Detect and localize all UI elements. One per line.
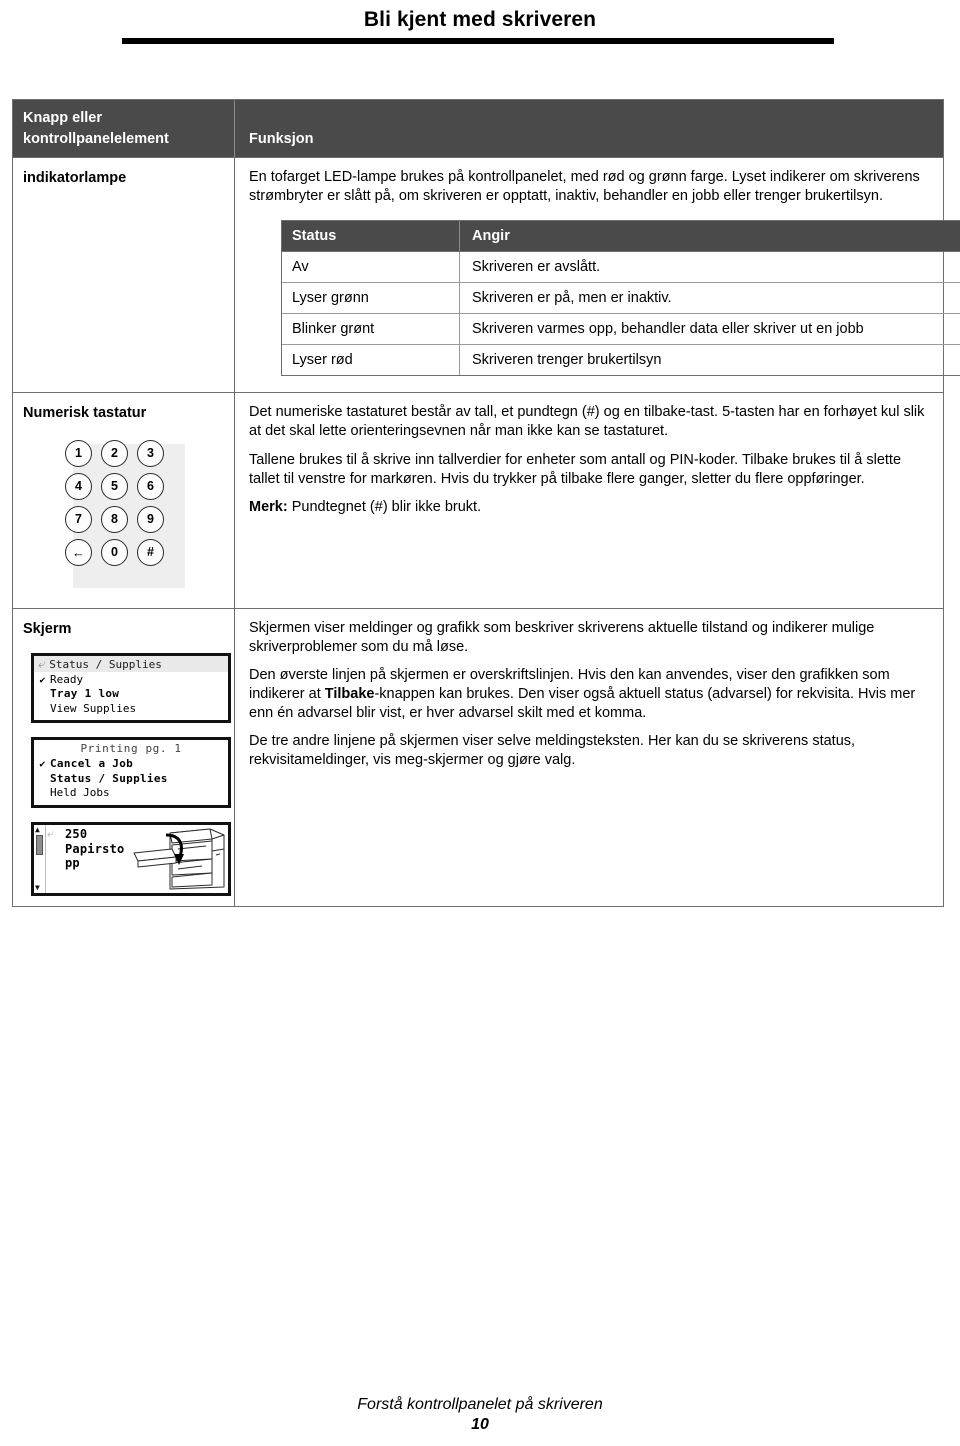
keypad-key-4: 4 bbox=[65, 472, 92, 500]
status-meaning: Skriveren trenger brukertilsyn bbox=[472, 352, 662, 369]
status-value: Lyser rød bbox=[282, 345, 460, 376]
keypad-key-grid: 1 2 3 4 5 6 7 8 9 ← 0 # bbox=[65, 439, 193, 566]
row-label-cell: Skjerm ⤷ Status / Supplies ✔ Ready Tray … bbox=[13, 608, 235, 906]
lcd-header-text: Printing pg. 1 bbox=[80, 742, 182, 756]
row-label-cell: indikatorlampe bbox=[13, 158, 235, 393]
check-icon: ✔ bbox=[39, 759, 46, 771]
keypad-key-1: 1 bbox=[65, 439, 92, 467]
printer-open-door-illustration bbox=[133, 828, 225, 890]
footer-section-title: Forstå kontrollpanelet på skriveren bbox=[357, 1396, 603, 1413]
keypad-key-6: 6 bbox=[137, 472, 164, 500]
table-row-indicator-lamp: indikatorlampe En tofarget LED-lampe bru… bbox=[13, 158, 960, 394]
back-arrow-icon: ⤷ bbox=[38, 656, 46, 672]
keypad-note: Merk: Pundtegnet (#) blir ikke brukt. bbox=[249, 498, 929, 517]
keypad-description-2: Tallene brukes til å skrive inn tallverd… bbox=[249, 451, 902, 487]
check-icon: ✔ bbox=[39, 674, 46, 686]
table-row-display: Skjerm ⤷ Status / Supplies ✔ Ready Tray … bbox=[13, 608, 943, 906]
keypad-key-3: 3 bbox=[137, 439, 164, 467]
status-table-row: Lyser rød Skriveren trenger brukertilsyn bbox=[282, 345, 960, 376]
page-number: 10 bbox=[471, 1416, 489, 1433]
table-row-numeric-keypad: Numerisk tastatur 1 2 3 4 5 6 7 8 9 ← 0 … bbox=[13, 393, 943, 609]
keypad-key-8: 8 bbox=[101, 505, 128, 533]
control-panel-table: Knapp eller kontrollpanelelement Funksjo… bbox=[12, 99, 960, 907]
lcd-menu-item: Held Jobs bbox=[38, 786, 224, 801]
lcd-menu-list: ✔ Ready Tray 1 low View Supplies bbox=[34, 672, 228, 721]
table-header-col2: Funksjon bbox=[249, 131, 314, 148]
lcd-header-bar: Printing pg. 1 bbox=[34, 740, 228, 757]
row-label-display: Skjerm bbox=[23, 620, 72, 637]
row-label-cell: Numerisk tastatur 1 2 3 4 5 6 7 8 9 ← 0 … bbox=[13, 393, 235, 608]
keypad-key-0: 0 bbox=[101, 538, 128, 566]
keypad-key-pound: # bbox=[137, 538, 164, 566]
status-meaning-table: Status Angir Av Skriveren er avslått. Ly… bbox=[281, 220, 960, 377]
status-table-row: Av Skriveren er avslått. bbox=[282, 252, 960, 284]
keypad-key-2: 2 bbox=[101, 439, 128, 467]
lcd-menu-item: View Supplies bbox=[38, 702, 224, 717]
page-title: Bli kjent med skriveren bbox=[363, 8, 597, 31]
status-meaning: Skriveren er på, men er inaktiv. bbox=[472, 290, 672, 307]
status-table-header-meaning: Angir bbox=[472, 228, 510, 245]
status-meaning: Skriveren varmes opp, behandler data ell… bbox=[472, 321, 864, 338]
status-value: Lyser grønn bbox=[282, 283, 460, 314]
row-content-indicator-lamp: En tofarget LED-lampe brukes på kontroll… bbox=[235, 158, 960, 392]
row-label-indicator-lamp: indikatorlampe bbox=[23, 170, 127, 187]
lcd-menu-list: ✔ Cancel a Job Status / Supplies Held Jo… bbox=[34, 756, 228, 805]
lcd-menu-item-label: Ready bbox=[50, 672, 84, 686]
status-table-row: Blinker grønt Skriveren varmes opp, beha… bbox=[282, 314, 960, 346]
lcd-menu-item: ✔ Ready bbox=[38, 673, 224, 688]
lcd-menu-item: ✔ Cancel a Job bbox=[38, 757, 224, 772]
lcd-menu-item: Tray 1 low bbox=[38, 687, 224, 702]
keypad-key-9: 9 bbox=[137, 505, 164, 533]
keypad-note-label: Merk: bbox=[249, 498, 288, 515]
keypad-note-text: Pundtegnet (#) blir ikke brukt. bbox=[287, 498, 482, 515]
scrollbar-thumb bbox=[35, 834, 43, 855]
keypad-description-1: Det numeriske tastaturet består av tall,… bbox=[249, 404, 925, 440]
lcd-menu-item: Status / Supplies bbox=[38, 772, 224, 787]
row-content-display: Skjermen viser meldinger og grafikk som … bbox=[235, 609, 943, 906]
display-desc-bold-back: Tilbake bbox=[324, 685, 375, 702]
status-value: Blinker grønt bbox=[282, 314, 460, 345]
lcd-menu-item-label: Cancel a Job bbox=[50, 757, 134, 771]
status-table-header-row: Status Angir bbox=[282, 221, 960, 253]
keypad-key-5: 5 bbox=[101, 472, 128, 500]
lcd-panel-printing: Printing pg. 1 ✔ Cancel a Job Status / S… bbox=[31, 737, 231, 808]
table-header-col1: Knapp eller kontrollpanelelement bbox=[13, 100, 235, 158]
lcd-menu-item-label: Tray 1 low bbox=[50, 687, 120, 701]
lcd-menu-item-label: View Supplies bbox=[50, 701, 137, 715]
status-table-row: Lyser grønn Skriveren er på, men er inak… bbox=[282, 283, 960, 315]
lcd-message-area: ⤷ 250 Papirsto pp bbox=[46, 825, 228, 893]
lcd-menu-item-label: Held Jobs bbox=[50, 786, 110, 800]
back-arrow-icon: ⤷ bbox=[47, 825, 54, 840]
numeric-keypad-illustration: 1 2 3 4 5 6 7 8 9 ← 0 # bbox=[23, 439, 223, 592]
lcd-header-text: Status / Supplies bbox=[49, 657, 162, 671]
lcd-panel-status-supplies: ⤷ Status / Supplies ✔ Ready Tray 1 low V… bbox=[31, 652, 231, 724]
scroll-down-arrow-icon: ▼ bbox=[35, 882, 40, 892]
page-footer: Forstå kontrollpanelet på skriveren 10 bbox=[0, 1396, 960, 1434]
display-description-1: Skjermen viser meldinger og grafikk som … bbox=[249, 619, 875, 655]
title-divider-rule bbox=[122, 38, 834, 44]
lcd-panel-paper-jam: ▲ ▼ ⤷ 250 Papirsto pp bbox=[31, 821, 231, 896]
lcd-scrollbar: ▲ ▼ bbox=[34, 824, 46, 893]
status-meaning: Skriveren er avslått. bbox=[472, 259, 601, 276]
table-header-row: Knapp eller kontrollpanelelement Funksjo… bbox=[13, 100, 943, 159]
lcd-menu-item-label: Status / Supplies bbox=[50, 771, 168, 785]
keypad-key-backspace-arrow-icon: ← bbox=[65, 538, 92, 566]
keypad-key-7: 7 bbox=[65, 505, 92, 533]
display-description-2: Den øverste linjen på skjermen er oversk… bbox=[249, 666, 929, 723]
status-table-header-status: Status bbox=[282, 221, 460, 252]
indicator-lamp-description: En tofarget LED-lampe brukes på kontroll… bbox=[249, 169, 920, 205]
display-description-3: De tre andre linjene på skjermen viser s… bbox=[249, 733, 856, 769]
status-value: Av bbox=[282, 252, 460, 283]
row-content-numeric-keypad: Det numeriske tastaturet består av tall,… bbox=[235, 393, 943, 607]
scroll-up-arrow-icon: ▲ bbox=[35, 824, 40, 834]
row-label-numeric-keypad: Numerisk tastatur bbox=[23, 405, 147, 422]
lcd-header-bar: ⤷ Status / Supplies bbox=[34, 655, 228, 672]
